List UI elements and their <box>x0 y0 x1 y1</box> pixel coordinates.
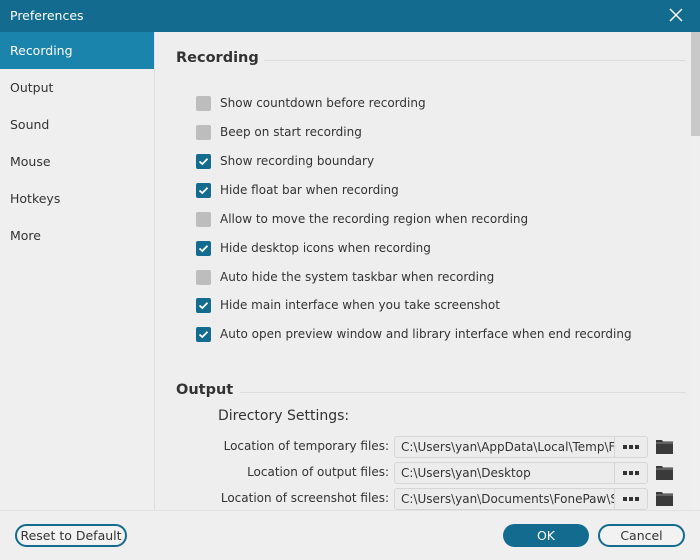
sidebar-item-output[interactable]: Output <box>0 69 154 106</box>
browse-temporary-button[interactable] <box>615 437 647 457</box>
checkbox-unchecked[interactable] <box>196 269 211 285</box>
sidebar-item-more[interactable]: More <box>0 217 154 254</box>
recording-section-heading: Recording <box>176 50 259 66</box>
output-files-row: Location of output files: C:\Users\yan\D… <box>156 462 691 484</box>
sidebar-item-label: More <box>10 228 41 243</box>
checkmark-icon <box>198 157 209 165</box>
recording-option-label: Hide float bar when recording <box>220 183 399 197</box>
ok-button[interactable]: OK <box>503 524 589 547</box>
checkbox-checked[interactable] <box>196 153 211 169</box>
directory-settings-title: Directory Settings: <box>218 408 350 424</box>
browse-output-button[interactable] <box>615 463 647 483</box>
title-bar: Preferences <box>0 0 700 32</box>
section-divider <box>264 60 686 61</box>
checkbox-unchecked[interactable] <box>196 124 211 140</box>
recording-option-label: Hide main interface when you take screen… <box>220 298 500 312</box>
checkbox-unchecked[interactable] <box>196 95 211 111</box>
recording-option[interactable]: Auto open preview window and library int… <box>196 325 632 343</box>
temporary-files-path[interactable]: C:\Users\yan\AppData\Local\Temp\FonePaw <box>395 437 615 457</box>
output-section-heading: Output <box>176 382 234 398</box>
sidebar-item-label: Mouse <box>10 154 51 169</box>
checkmark-icon <box>198 330 209 338</box>
recording-option[interactable]: Beep on start recording <box>196 123 362 141</box>
checkbox-unchecked[interactable] <box>196 211 211 227</box>
close-icon[interactable] <box>668 7 684 23</box>
checkmark-icon <box>198 244 209 252</box>
checkmark-icon <box>198 186 209 194</box>
scrollbar-thumb[interactable] <box>691 32 700 136</box>
recording-option[interactable]: Show recording boundary <box>196 152 374 170</box>
screenshot-files-row: Location of screenshot files: C:\Users\y… <box>156 488 691 510</box>
recording-option[interactable]: Hide main interface when you take screen… <box>196 296 500 314</box>
sidebar-item-label: Recording <box>10 43 73 58</box>
checkmark-icon <box>198 301 209 309</box>
screenshot-files-path[interactable]: C:\Users\yan\Documents\FonePaw\Snapshot <box>395 489 615 509</box>
checkbox-checked[interactable] <box>196 182 211 198</box>
output-files-label: Location of output files: <box>247 465 389 479</box>
temporary-files-field: C:\Users\yan\AppData\Local\Temp\FonePaw <box>394 436 648 458</box>
settings-content: Recording Show countdown before recordin… <box>156 32 691 510</box>
sidebar-item-label: Output <box>10 80 54 95</box>
sidebar-item-hotkeys[interactable]: Hotkeys <box>0 180 154 217</box>
recording-option-label: Show countdown before recording <box>220 96 426 110</box>
sidebar-item-label: Hotkeys <box>10 191 61 206</box>
screenshot-files-field: C:\Users\yan\Documents\FonePaw\Snapshot <box>394 488 648 510</box>
recording-option[interactable]: Allow to move the recording region when … <box>196 210 528 228</box>
recording-option-label: Show recording boundary <box>220 154 375 168</box>
sidebar-item-recording[interactable]: Recording <box>0 32 154 69</box>
sidebar: Recording Output Sound Mouse Hotkeys Mor… <box>0 32 155 510</box>
sidebar-item-label: Sound <box>10 117 50 132</box>
reset-to-default-button[interactable]: Reset to Default <box>15 524 127 547</box>
output-files-path[interactable]: C:\Users\yan\Desktop <box>395 463 615 483</box>
screenshot-files-label: Location of screenshot files: <box>220 491 389 505</box>
cancel-button[interactable]: Cancel <box>598 524 685 547</box>
sidebar-item-sound[interactable]: Sound <box>0 106 154 143</box>
section-divider <box>240 392 686 393</box>
recording-option[interactable]: Show countdown before recording <box>196 94 426 112</box>
open-folder-icon[interactable] <box>656 465 673 480</box>
sidebar-item-mouse[interactable]: Mouse <box>0 143 154 180</box>
output-files-field: C:\Users\yan\Desktop <box>394 462 648 484</box>
window-title: Preferences <box>10 8 84 23</box>
recording-option[interactable]: Hide float bar when recording <box>196 181 399 199</box>
recording-option-label: Hide desktop icons when recording <box>220 241 431 255</box>
recording-option[interactable]: Hide desktop icons when recording <box>196 239 431 257</box>
dialog-footer: Reset to Default OK Cancel <box>0 510 700 560</box>
recording-option[interactable]: Auto hide the system taskbar when record… <box>196 268 494 286</box>
browse-screenshot-button[interactable] <box>615 489 647 509</box>
open-folder-icon[interactable] <box>656 491 673 506</box>
recording-option-label: Auto hide the system taskbar when record… <box>220 270 495 284</box>
temporary-files-row: Location of temporary files: C:\Users\ya… <box>156 436 691 458</box>
temporary-files-label: Location of temporary files: <box>223 439 389 453</box>
recording-option-label: Allow to move the recording region when … <box>220 212 529 226</box>
recording-option-label: Beep on start recording <box>220 125 362 139</box>
checkbox-checked[interactable] <box>196 326 211 342</box>
recording-option-label: Auto open preview window and library int… <box>220 327 632 341</box>
checkbox-checked[interactable] <box>196 240 211 256</box>
checkbox-checked[interactable] <box>196 297 211 313</box>
open-folder-icon[interactable] <box>656 439 673 454</box>
